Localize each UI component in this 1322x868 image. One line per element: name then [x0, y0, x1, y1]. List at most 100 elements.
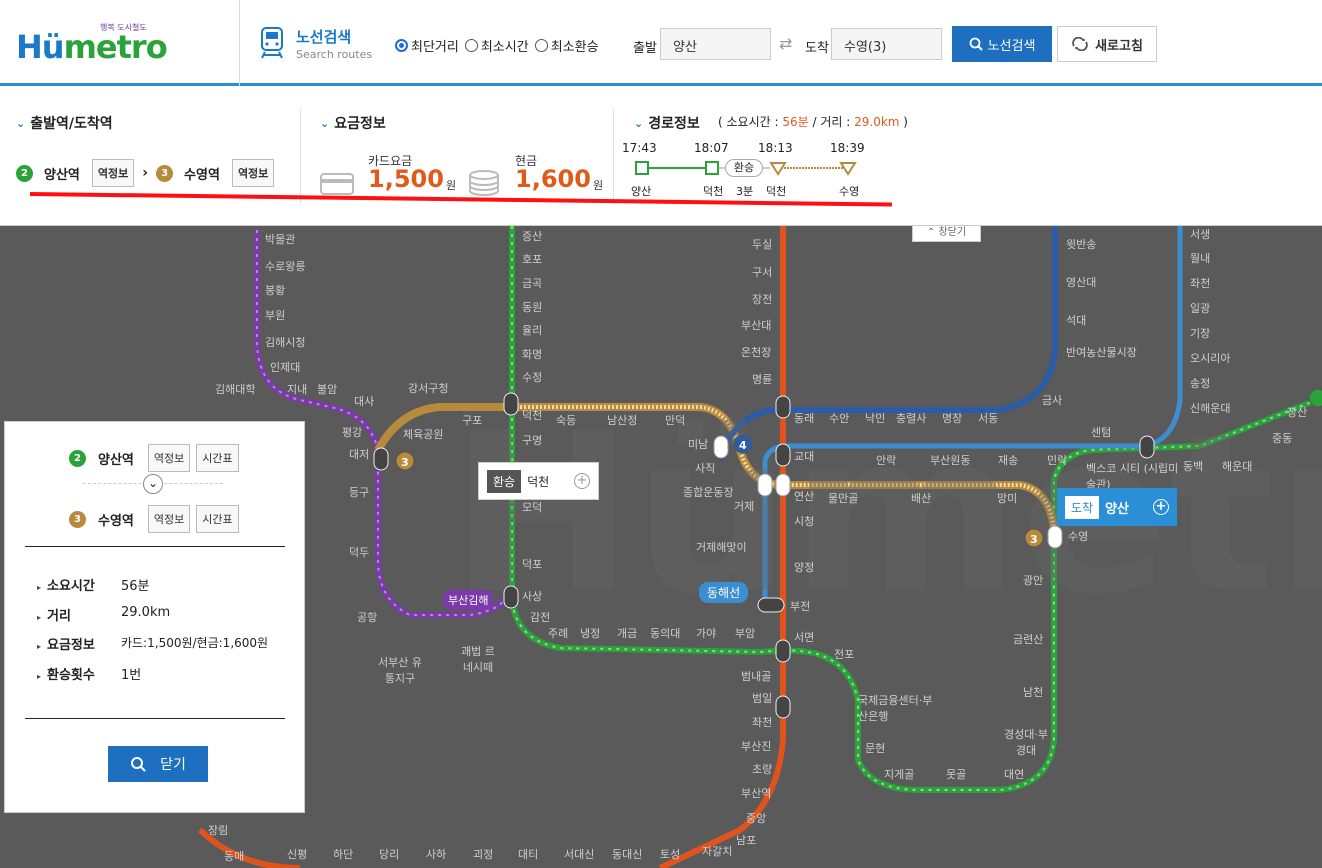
donghae-line-badge[interactable]: 동해선: [699, 582, 749, 603]
station-label[interactable]: 두실: [752, 236, 772, 252]
station-label[interactable]: 기장: [1190, 325, 1210, 341]
station-label[interactable]: 초량: [752, 761, 772, 777]
station-label[interactable]: 장산: [1287, 404, 1307, 420]
radio-selected-icon[interactable]: [395, 39, 408, 52]
station-label[interactable]: 국제금융센터·부산은행: [858, 692, 940, 724]
station-label[interactable]: 인제대: [270, 359, 300, 375]
station-label[interactable]: 장림: [208, 822, 228, 838]
plus-circle-icon[interactable]: +: [574, 473, 590, 489]
station-label[interactable]: 당리: [379, 846, 399, 862]
station-label[interactable]: 충렬사: [896, 410, 926, 426]
route-section-title[interactable]: ⌄ 경로정보: [634, 113, 700, 133]
arrival-popup[interactable]: 도착 양산 +: [1057, 488, 1177, 526]
station-label[interactable]: 만덕: [665, 412, 685, 428]
station-label[interactable]: 월내: [1190, 250, 1210, 266]
station-label[interactable]: 남포: [736, 832, 756, 848]
humetro-logo[interactable]: Hümetro: [16, 28, 168, 66]
station-label[interactable]: 광안: [1023, 572, 1043, 588]
station-label[interactable]: 괘법 르네시떼: [458, 643, 498, 675]
station-label[interactable]: 서동: [978, 410, 998, 426]
station-label[interactable]: 수영: [1068, 528, 1088, 544]
station-label[interactable]: 하단: [333, 846, 353, 862]
station-label[interactable]: 덕두: [349, 544, 369, 560]
station-label[interactable]: 동원: [522, 299, 542, 315]
station-label[interactable]: 중앙: [746, 810, 766, 826]
station-label[interactable]: 지내: [287, 381, 307, 397]
station-label[interactable]: 온천장: [741, 344, 771, 360]
station-label[interactable]: 금사: [1042, 392, 1062, 408]
station-label[interactable]: 주례: [548, 625, 568, 641]
collapse-info-tab[interactable]: ⌃ 창닫기: [912, 226, 981, 242]
station-label[interactable]: 교대: [794, 448, 814, 464]
station-label[interactable]: 안락: [876, 452, 896, 468]
station-label[interactable]: 반여농산물시장: [1066, 344, 1137, 360]
station-label[interactable]: 사하: [426, 846, 446, 862]
station-label[interactable]: 양정: [794, 559, 814, 575]
station-label[interactable]: 남천: [1023, 684, 1043, 700]
station-label[interactable]: 전포: [834, 646, 854, 662]
station-label[interactable]: 평강: [342, 424, 362, 440]
station-label[interactable]: 구서: [752, 264, 772, 280]
station-label[interactable]: 명륜: [752, 371, 772, 387]
station-label[interactable]: 덕포: [522, 556, 542, 572]
close-button[interactable]: 닫기: [108, 746, 208, 782]
panel-from-info-button[interactable]: 역정보: [147, 444, 191, 472]
radio-min-time[interactable]: 최소시간: [464, 36, 529, 55]
station-label[interactable]: 경성대·부경대: [1004, 726, 1048, 758]
station-label[interactable]: 서생: [1190, 226, 1210, 242]
station-label[interactable]: 재송: [998, 452, 1018, 468]
station-label[interactable]: 화명: [522, 346, 542, 362]
station-label[interactable]: 부산원동: [930, 452, 970, 468]
station-label[interactable]: 거제: [734, 498, 754, 514]
station-label[interactable]: 괴정: [473, 846, 493, 862]
station-label[interactable]: 못골: [946, 766, 966, 782]
station-label[interactable]: 해운대: [1222, 458, 1252, 474]
station-label[interactable]: 동래: [794, 410, 814, 426]
refresh-button[interactable]: 새로고침: [1057, 26, 1157, 62]
station-label[interactable]: 증산: [522, 228, 542, 244]
station-label[interactable]: 자갈치: [702, 843, 732, 859]
station-label[interactable]: 호포: [522, 251, 542, 267]
station-label[interactable]: 장전: [752, 291, 772, 307]
radio-icon[interactable]: [464, 39, 478, 52]
stations-section-title[interactable]: ⌄ 출발역/도착역: [16, 113, 113, 133]
station-label[interactable]: 낙민: [865, 410, 885, 426]
station-label[interactable]: 강서구청: [408, 380, 448, 396]
station-label[interactable]: 망미: [997, 490, 1017, 506]
station-label[interactable]: 민락: [1047, 452, 1067, 468]
station-label[interactable]: 개금: [617, 625, 637, 641]
station-label[interactable]: 명장: [942, 410, 962, 426]
station-label[interactable]: 토성: [660, 846, 680, 862]
station-label[interactable]: 부산진: [741, 738, 771, 754]
station-label[interactable]: 대티: [518, 846, 538, 862]
station-label[interactable]: 배산: [911, 490, 931, 506]
fare-section-title[interactable]: ⌄ 요금정보: [320, 113, 386, 133]
station-label[interactable]: 동백: [1183, 458, 1203, 474]
station-label[interactable]: 센텀: [1091, 424, 1111, 440]
station-label[interactable]: 대저: [349, 446, 369, 462]
station-label[interactable]: 중동: [1272, 430, 1292, 446]
station-label[interactable]: 석대: [1066, 312, 1086, 328]
station-label[interactable]: 시청: [794, 513, 814, 529]
radio-icon[interactable]: [534, 39, 548, 52]
station-label[interactable]: 등구: [349, 484, 369, 500]
panel-to-timetable-button[interactable]: 시간표: [196, 505, 239, 533]
station-label[interactable]: 대사: [354, 393, 374, 409]
station-label[interactable]: 서대신: [564, 846, 594, 862]
station-label[interactable]: 동의대: [650, 625, 680, 641]
station-label[interactable]: 부전: [790, 598, 810, 614]
station-label[interactable]: 김해대학: [215, 381, 255, 397]
panel-from-timetable-button[interactable]: 시간표: [196, 444, 239, 472]
plus-circle-icon[interactable]: +: [1153, 499, 1169, 515]
station-label[interactable]: 부암: [735, 625, 755, 641]
station-label[interactable]: 연산: [794, 488, 814, 504]
transfer-popup[interactable]: 환승 덕천 +: [478, 462, 599, 500]
from-station-info-button[interactable]: 역정보: [91, 159, 135, 187]
station-label[interactable]: 금련산: [1013, 631, 1043, 647]
station-label[interactable]: 구포: [462, 412, 482, 428]
station-label[interactable]: 냉정: [580, 625, 600, 641]
departure-input[interactable]: 양산: [660, 28, 771, 60]
swap-icon[interactable]: ⇄: [779, 34, 792, 53]
station-label[interactable]: 금곡: [522, 275, 542, 291]
search-button[interactable]: 노선검색: [952, 26, 1052, 62]
